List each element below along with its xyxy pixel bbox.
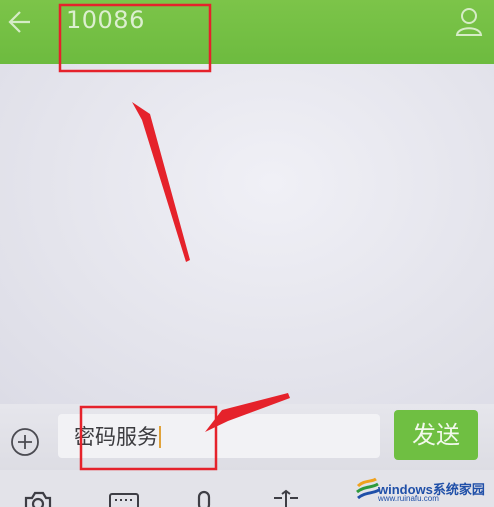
camera-icon bbox=[24, 491, 52, 507]
send-button[interactable]: 发送 bbox=[394, 410, 478, 460]
text-caret bbox=[159, 426, 161, 448]
keyboard-button[interactable] bbox=[108, 488, 140, 507]
top-bar: 10086 bbox=[0, 0, 494, 64]
arrow-left-icon bbox=[8, 11, 30, 33]
person-icon bbox=[455, 8, 483, 36]
microphone-icon bbox=[197, 490, 211, 507]
conversation-area bbox=[0, 64, 494, 404]
message-input-text: 密码服务 bbox=[74, 421, 161, 451]
keyboard-icon bbox=[109, 493, 139, 507]
voice-button[interactable] bbox=[188, 488, 220, 507]
conversation-title: 10086 bbox=[66, 6, 145, 34]
plus-circle-icon bbox=[11, 428, 39, 456]
back-button[interactable] bbox=[4, 6, 34, 38]
text-cursor-icon bbox=[274, 489, 298, 507]
text-format-button[interactable] bbox=[270, 488, 302, 507]
watermark-url: www.ruinafu.com bbox=[378, 494, 439, 503]
contact-profile-button[interactable] bbox=[452, 4, 486, 38]
message-value: 密码服务 bbox=[74, 425, 158, 449]
camera-button[interactable] bbox=[22, 488, 54, 507]
add-attachment-button[interactable] bbox=[9, 426, 41, 458]
